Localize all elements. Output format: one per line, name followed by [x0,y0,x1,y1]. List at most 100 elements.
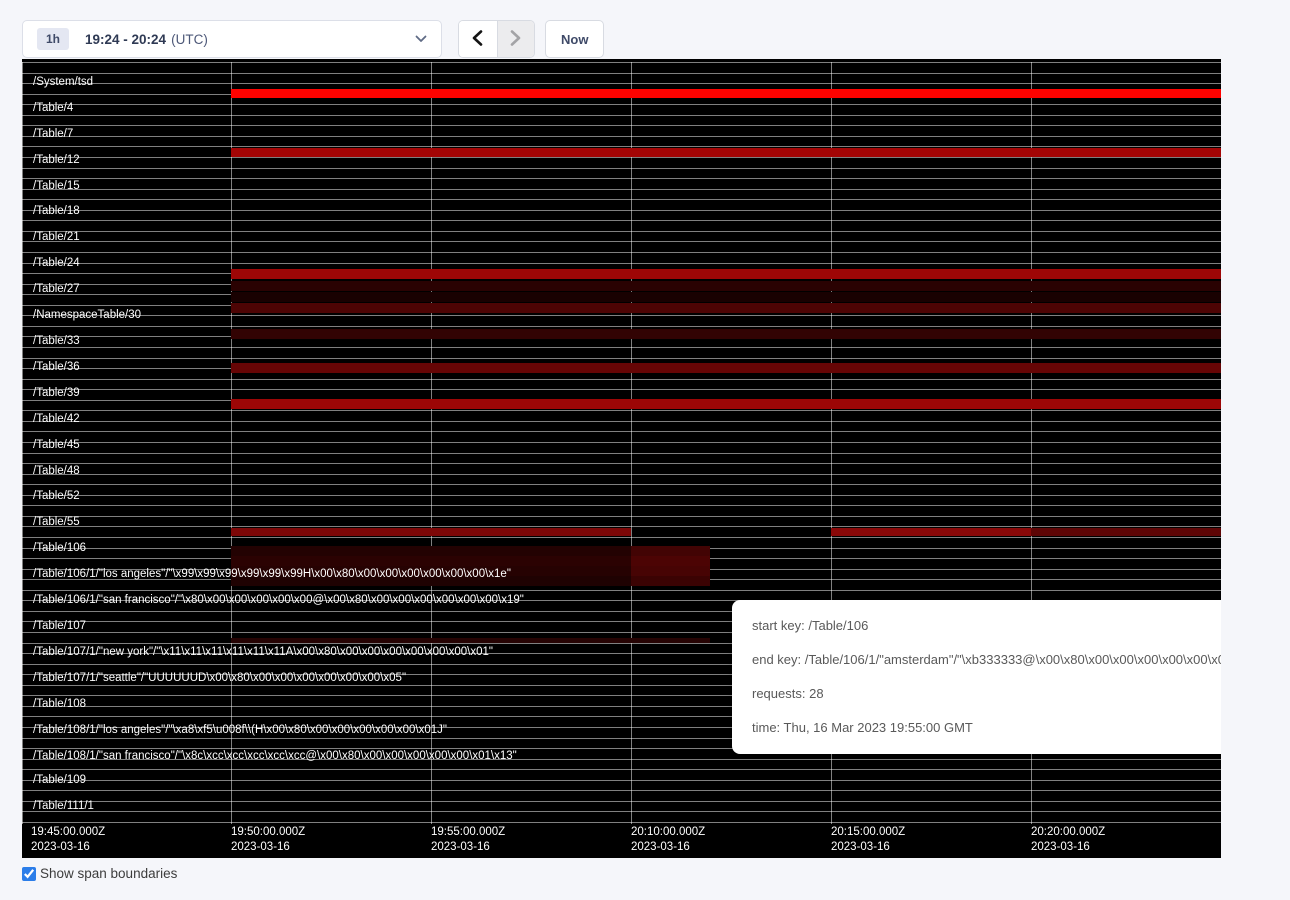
span-boundary-gridline [22,326,1221,327]
row-label: /Table/109 [33,774,86,787]
row-label: /Table/108/1/"san francisco"/"\x8c\xcc\x… [33,750,517,763]
row-label: /Table/55 [33,516,80,529]
span-boundary-gridline [22,125,1221,126]
heatmap-band[interactable] [231,329,1221,339]
tooltip-end-key: end key: /Table/106/1/"amsterdam"/"\xb33… [752,643,1221,677]
span-boundary-gridline [22,115,1221,116]
show-span-boundaries-label: Show span boundaries [40,866,177,881]
show-span-boundaries-checkbox[interactable] [22,867,36,881]
x-axis-tick-time: 20:20:00.000Z [1031,825,1105,840]
row-label: /Table/45 [33,439,80,452]
span-boundary-gridline [22,495,1221,496]
time-range-label: 19:24 - 20:24 [85,32,166,47]
time-gridline [22,62,23,824]
row-label: /Table/108/1/"los angeles"/"\xa8\xf5\u00… [33,724,447,737]
tooltip-start-key: start key: /Table/106 [752,609,1221,643]
time-gridline [631,62,632,824]
chevron-left-icon [472,30,483,49]
heatmap-band[interactable] [831,528,1031,536]
duration-badge: 1h [37,28,69,50]
span-boundary-gridline [22,358,1221,359]
row-label: /Table/12 [33,154,80,167]
row-label: /Table/39 [33,387,80,400]
span-boundary-gridline [22,474,1221,475]
heatmap-band[interactable] [631,566,710,576]
x-axis-tick-date: 2023-03-16 [231,840,305,855]
span-boundary-gridline [22,505,1221,506]
span-boundary-gridline [22,516,1221,517]
row-label: /Table/106/1/"san francisco"/"\x80\x00\x… [33,594,524,607]
heatmap-band[interactable] [231,89,1221,98]
heatmap-band[interactable] [631,546,710,556]
x-axis-tick-time: 19:45:00.000Z [31,825,105,840]
heatmap-band[interactable] [231,292,1221,302]
heatmap-band[interactable] [231,546,631,556]
span-boundary-gridline [22,252,1221,253]
x-axis-tick: 20:15:00.000Z2023-03-16 [831,825,905,855]
heatmap-band[interactable] [631,576,710,586]
now-button[interactable]: Now [545,20,604,58]
span-boundary-gridline [22,389,1221,390]
heatmap-band[interactable] [231,556,631,566]
x-axis-tick-date: 2023-03-16 [831,840,905,855]
heatmap-band[interactable] [231,148,1221,157]
heatmap-band[interactable] [231,399,1221,409]
heatmap-band[interactable] [231,638,710,643]
prev-button[interactable] [459,21,497,57]
row-label: /Table/33 [33,335,80,348]
row-label: /Table/106 [33,542,86,555]
row-label: /Table/107/1/"new york"/"\x11\x11\x11\x1… [33,646,493,659]
row-label: /Table/4 [33,102,73,115]
row-label: /Table/21 [33,231,80,244]
heatmap-band[interactable] [231,303,1221,313]
heatmap-band[interactable] [1031,528,1221,536]
span-boundary-gridline [22,241,1221,242]
x-axis-tick-date: 2023-03-16 [31,840,105,855]
heatmap-band[interactable] [231,281,1221,291]
span-boundary-gridline [22,210,1221,211]
next-button[interactable] [497,21,535,57]
row-label: /Table/48 [33,465,80,478]
row-label: /Table/107/1/"seattle"/"UUUUUUD\x00\x80\… [33,672,406,685]
span-boundary-gridline [22,484,1221,485]
span-boundary-gridline [22,104,1221,105]
x-axis-tick-time: 19:55:00.000Z [431,825,505,840]
tooltip: start key: /Table/106 end key: /Table/10… [732,600,1221,754]
span-boundary-gridline [22,168,1221,169]
chevron-right-icon [510,30,521,49]
heatmap-band[interactable] [631,556,710,566]
span-boundary-gridline [22,220,1221,221]
x-axis-tick: 19:55:00.000Z2023-03-16 [431,825,505,855]
key-visualizer-canvas[interactable]: 20:20:00.000Z2023-03-1620:15:00.000Z2023… [22,59,1221,858]
row-label: /System/tsd [33,76,93,89]
span-boundary-gridline [22,590,1221,591]
time-range-selector[interactable]: 1h 19:24 - 20:24 (UTC) [22,20,442,58]
time-gridline [431,62,432,824]
row-label: /NamespaceTable/30 [33,309,141,322]
x-axis-tick: 20:20:00.000Z2023-03-16 [1031,825,1105,855]
span-boundary-gridline [22,442,1221,443]
span-boundary-gridline [22,178,1221,179]
span-boundary-gridline [22,822,1221,823]
span-boundary-gridline [22,769,1221,770]
time-gridline [231,62,232,824]
heatmap-band[interactable] [231,363,1221,373]
row-label: /Table/52 [33,490,80,503]
span-boundary-gridline [22,263,1221,264]
x-axis-tick-date: 2023-03-16 [1031,840,1105,855]
span-boundary-gridline [22,780,1221,781]
x-axis-tick: 20:10:00.000Z2023-03-16 [631,825,705,855]
x-axis-tick-time: 20:15:00.000Z [831,825,905,840]
chevron-down-icon [415,35,427,43]
row-label: /Table/36 [33,361,80,374]
row-label: /Table/111/1 [33,800,94,813]
span-boundary-gridline [22,189,1221,190]
span-boundary-gridline [22,431,1221,432]
tooltip-requests: requests: 28 [752,677,1221,711]
tooltip-time: time: Thu, 16 Mar 2023 19:55:00 GMT [752,711,1221,745]
span-boundary-gridline [22,347,1221,348]
x-axis-tick-time: 20:10:00.000Z [631,825,705,840]
heatmap-band[interactable] [231,269,1221,279]
span-boundary-gridline [22,790,1221,791]
heatmap-band[interactable] [231,528,631,536]
